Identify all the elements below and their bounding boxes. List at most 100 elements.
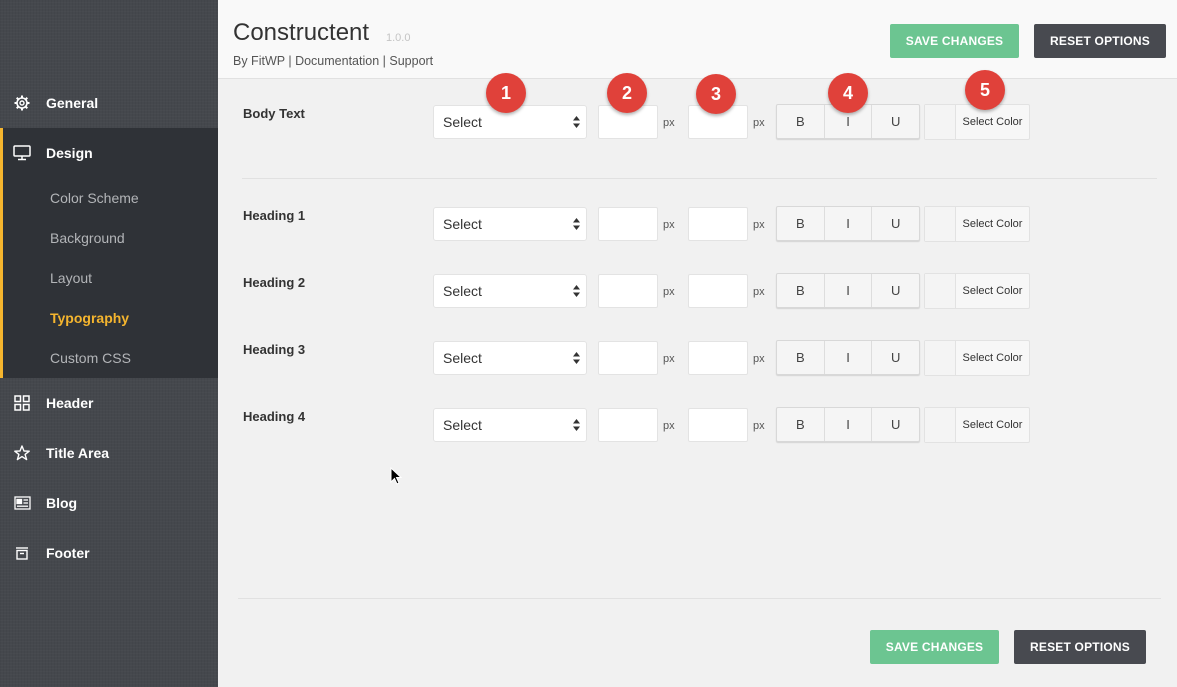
star-icon xyxy=(13,444,31,462)
save-button[interactable]: SAVE CHANGES xyxy=(890,24,1019,58)
sidebar-item-label: Header xyxy=(46,395,94,411)
row-label-heading-2: Heading 2 xyxy=(243,275,306,290)
sidebar-subitem-color-scheme[interactable]: Color Scheme xyxy=(50,190,139,206)
divider xyxy=(242,178,1157,179)
sidebar-subitem-layout[interactable]: Layout xyxy=(50,270,92,286)
archive-icon xyxy=(13,544,31,562)
line-height-unit: px xyxy=(753,219,765,231)
gear-icon xyxy=(13,94,31,112)
color-picker-button[interactable]: Select Color xyxy=(924,340,1030,376)
reset-button[interactable]: RESET OPTIONS xyxy=(1034,24,1166,58)
select-value: Select xyxy=(443,114,482,130)
grid-icon xyxy=(13,394,31,412)
annotation-badge-3: 3 xyxy=(696,74,736,114)
italic-button[interactable]: I xyxy=(823,408,872,441)
font-family-select[interactable]: Select xyxy=(433,341,587,375)
line-height-input[interactable] xyxy=(688,207,748,241)
font-style-group: B I U xyxy=(776,273,920,308)
color-picker-label: Select Color xyxy=(962,116,1023,128)
italic-button[interactable]: I xyxy=(823,274,872,307)
bold-button[interactable]: B xyxy=(777,207,824,240)
line-height-unit: px xyxy=(753,286,765,298)
footer-divider xyxy=(238,598,1161,599)
font-size-unit: px xyxy=(663,286,675,298)
color-picker-button[interactable]: Select Color xyxy=(924,206,1030,242)
support-link[interactable]: Support xyxy=(389,54,433,68)
font-family-select[interactable]: Select xyxy=(433,274,587,308)
color-picker-button[interactable]: Select Color xyxy=(924,407,1030,443)
documentation-link[interactable]: Documentation xyxy=(295,54,379,68)
underline-button[interactable]: U xyxy=(871,274,919,307)
font-size-unit: px xyxy=(663,117,675,129)
author-label: By FitWP xyxy=(233,54,285,68)
sidebar-item-header[interactable]: Header xyxy=(0,378,218,428)
sidebar-item-label: Design xyxy=(46,145,93,161)
sidebar-subitem-typography[interactable]: Typography xyxy=(50,310,129,326)
font-size-input[interactable] xyxy=(598,274,658,308)
sidebar-subitem-custom-css[interactable]: Custom CSS xyxy=(50,350,131,366)
sidebar-item-title-area[interactable]: Title Area xyxy=(0,428,218,478)
font-size-input[interactable] xyxy=(598,341,658,375)
sidebar-item-footer[interactable]: Footer xyxy=(0,528,218,578)
footer-reset-button[interactable]: RESET OPTIONS xyxy=(1014,630,1146,664)
design-section: Design Color Scheme Background Layout Ty… xyxy=(0,128,218,378)
separator: | xyxy=(382,54,386,68)
color-picker-label: Select Color xyxy=(962,285,1023,297)
select-arrows-icon xyxy=(573,116,580,128)
font-size-unit: px xyxy=(663,219,675,231)
font-size-unit: px xyxy=(663,420,675,432)
annotation-badge-5: 5 xyxy=(965,70,1005,110)
select-value: Select xyxy=(443,350,482,366)
annotation-badge-1: 1 xyxy=(486,73,526,113)
select-value: Select xyxy=(443,283,482,299)
sidebar-item-blog[interactable]: Blog xyxy=(0,478,218,528)
select-arrows-icon xyxy=(573,419,580,431)
color-picker-button[interactable]: Select Color xyxy=(924,104,1030,140)
font-size-input[interactable] xyxy=(598,408,658,442)
bold-button[interactable]: B xyxy=(777,408,824,441)
sidebar-item-design[interactable]: Design xyxy=(0,128,218,178)
select-arrows-icon xyxy=(573,218,580,230)
underline-button[interactable]: U xyxy=(871,207,919,240)
underline-button[interactable]: U xyxy=(871,408,919,441)
underline-button[interactable]: U xyxy=(871,105,919,138)
line-height-input[interactable] xyxy=(688,341,748,375)
font-style-group: B I U xyxy=(776,340,920,375)
color-swatch xyxy=(925,408,956,442)
font-family-select[interactable]: Select xyxy=(433,207,587,241)
mouse-cursor-icon xyxy=(390,467,402,485)
color-picker-label: Select Color xyxy=(962,352,1023,364)
row-label-heading-3: Heading 3 xyxy=(243,342,306,357)
page-title: Constructent xyxy=(233,19,370,46)
sidebar-subitem-background[interactable]: Background xyxy=(50,230,125,246)
sidebar-item-general[interactable]: General xyxy=(0,78,218,128)
color-swatch xyxy=(925,274,956,308)
sidebar-item-label: General xyxy=(46,95,99,111)
font-style-group: B I U xyxy=(776,407,920,442)
select-arrows-icon xyxy=(573,285,580,297)
font-size-unit: px xyxy=(663,353,675,365)
select-arrows-icon xyxy=(573,352,580,364)
bold-button[interactable]: B xyxy=(777,105,824,138)
color-picker-button[interactable]: Select Color xyxy=(924,273,1030,309)
underline-button[interactable]: U xyxy=(871,341,919,374)
line-height-input[interactable] xyxy=(688,274,748,308)
row-label-heading-4: Heading 4 xyxy=(243,409,306,424)
select-value: Select xyxy=(443,216,482,232)
sidebar-item-label: Blog xyxy=(46,495,78,511)
version-label: 1.0.0 xyxy=(386,32,411,44)
italic-button[interactable]: I xyxy=(823,341,872,374)
font-family-select[interactable]: Select xyxy=(433,408,587,442)
sidebar-item-label: Footer xyxy=(46,545,90,561)
color-picker-label: Select Color xyxy=(962,218,1023,230)
footer-save-button[interactable]: SAVE CHANGES xyxy=(870,630,999,664)
bold-button[interactable]: B xyxy=(777,341,824,374)
bold-button[interactable]: B xyxy=(777,274,824,307)
header-links: By FitWP | Documentation | Support xyxy=(233,54,433,68)
line-height-unit: px xyxy=(753,353,765,365)
font-size-input[interactable] xyxy=(598,207,658,241)
italic-button[interactable]: I xyxy=(823,207,872,240)
select-value: Select xyxy=(443,417,482,433)
page-header: Constructent 1.0.0 By FitWP | Documentat… xyxy=(218,0,1177,79)
line-height-input[interactable] xyxy=(688,408,748,442)
